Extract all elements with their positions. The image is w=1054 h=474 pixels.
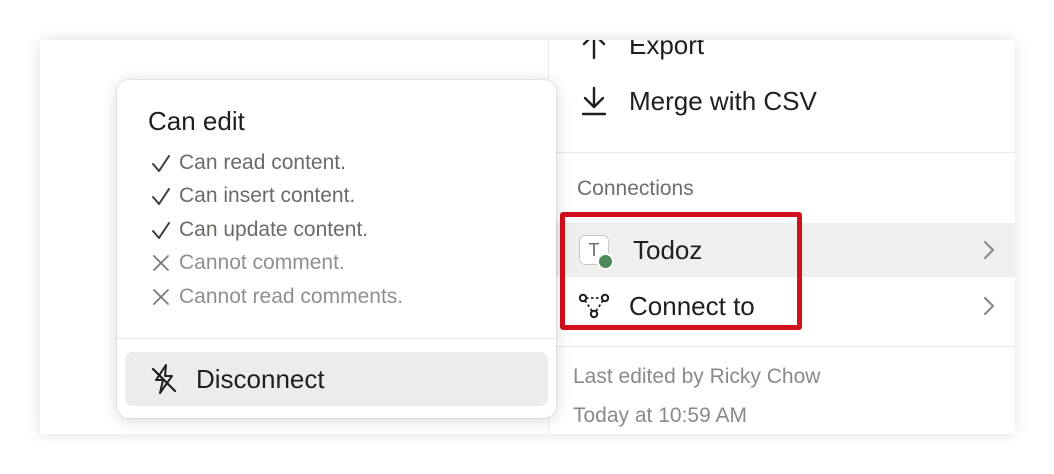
disconnect-button[interactable]: Disconnect xyxy=(125,352,548,406)
menu-divider xyxy=(549,152,1015,153)
chevron-right-icon xyxy=(983,240,995,260)
export-icon xyxy=(577,40,611,62)
connections-graph-icon xyxy=(577,289,611,323)
connected-status-dot xyxy=(597,253,614,270)
disconnect-label: Disconnect xyxy=(196,364,325,394)
connections-heading: Connections xyxy=(577,177,694,200)
merge-with-csv-menu-item[interactable]: Merge with CSV xyxy=(549,74,1015,128)
chevron-right-icon xyxy=(983,296,995,316)
connection-item-todoz[interactable]: T Todoz xyxy=(549,223,1015,277)
connection-permissions-popover: Can edit Can read content. Can insert co… xyxy=(117,80,556,418)
menu-divider xyxy=(549,346,1015,347)
permission-item: Can insert content. xyxy=(148,181,355,211)
permission-label: Can read content. xyxy=(179,151,346,174)
permission-label: Can insert content. xyxy=(179,184,356,207)
checkmark-icon xyxy=(148,150,174,176)
cross-icon xyxy=(148,284,174,310)
merge-with-csv-label: Merge with CSV xyxy=(629,85,817,116)
permission-item: Cannot read comments. xyxy=(148,282,403,312)
popover-divider xyxy=(117,338,556,339)
export-label: Export xyxy=(629,40,705,60)
permission-level-title: Can edit xyxy=(148,106,245,136)
permission-label: Can update content. xyxy=(179,218,369,241)
download-icon xyxy=(577,84,611,118)
connect-to-menu-item[interactable]: Connect to xyxy=(549,279,1015,333)
todoz-app-icon: T xyxy=(577,233,614,270)
todoz-label: Todoz xyxy=(633,234,703,265)
permission-item: Cannot comment. xyxy=(148,248,345,278)
todoz-avatar: T xyxy=(579,235,614,270)
connect-to-label: Connect to xyxy=(629,290,755,321)
checkmark-icon xyxy=(148,217,174,243)
permission-item: Can update content. xyxy=(148,215,368,245)
last-edited-time: Today at 10:59 AM xyxy=(573,404,747,427)
disconnect-icon xyxy=(147,362,181,396)
last-edited-by: Last edited by Ricky Chow xyxy=(573,365,821,388)
export-menu-item[interactable]: Export xyxy=(549,40,1015,72)
page-options-menu: Export Merge with CSV Connections T Todo… xyxy=(548,40,1015,434)
permission-label: Cannot read comments. xyxy=(179,285,404,308)
permission-item: Can read content. xyxy=(148,148,346,178)
permission-label: Cannot comment. xyxy=(179,251,345,274)
checkmark-icon xyxy=(148,183,174,209)
cross-icon xyxy=(148,250,174,276)
